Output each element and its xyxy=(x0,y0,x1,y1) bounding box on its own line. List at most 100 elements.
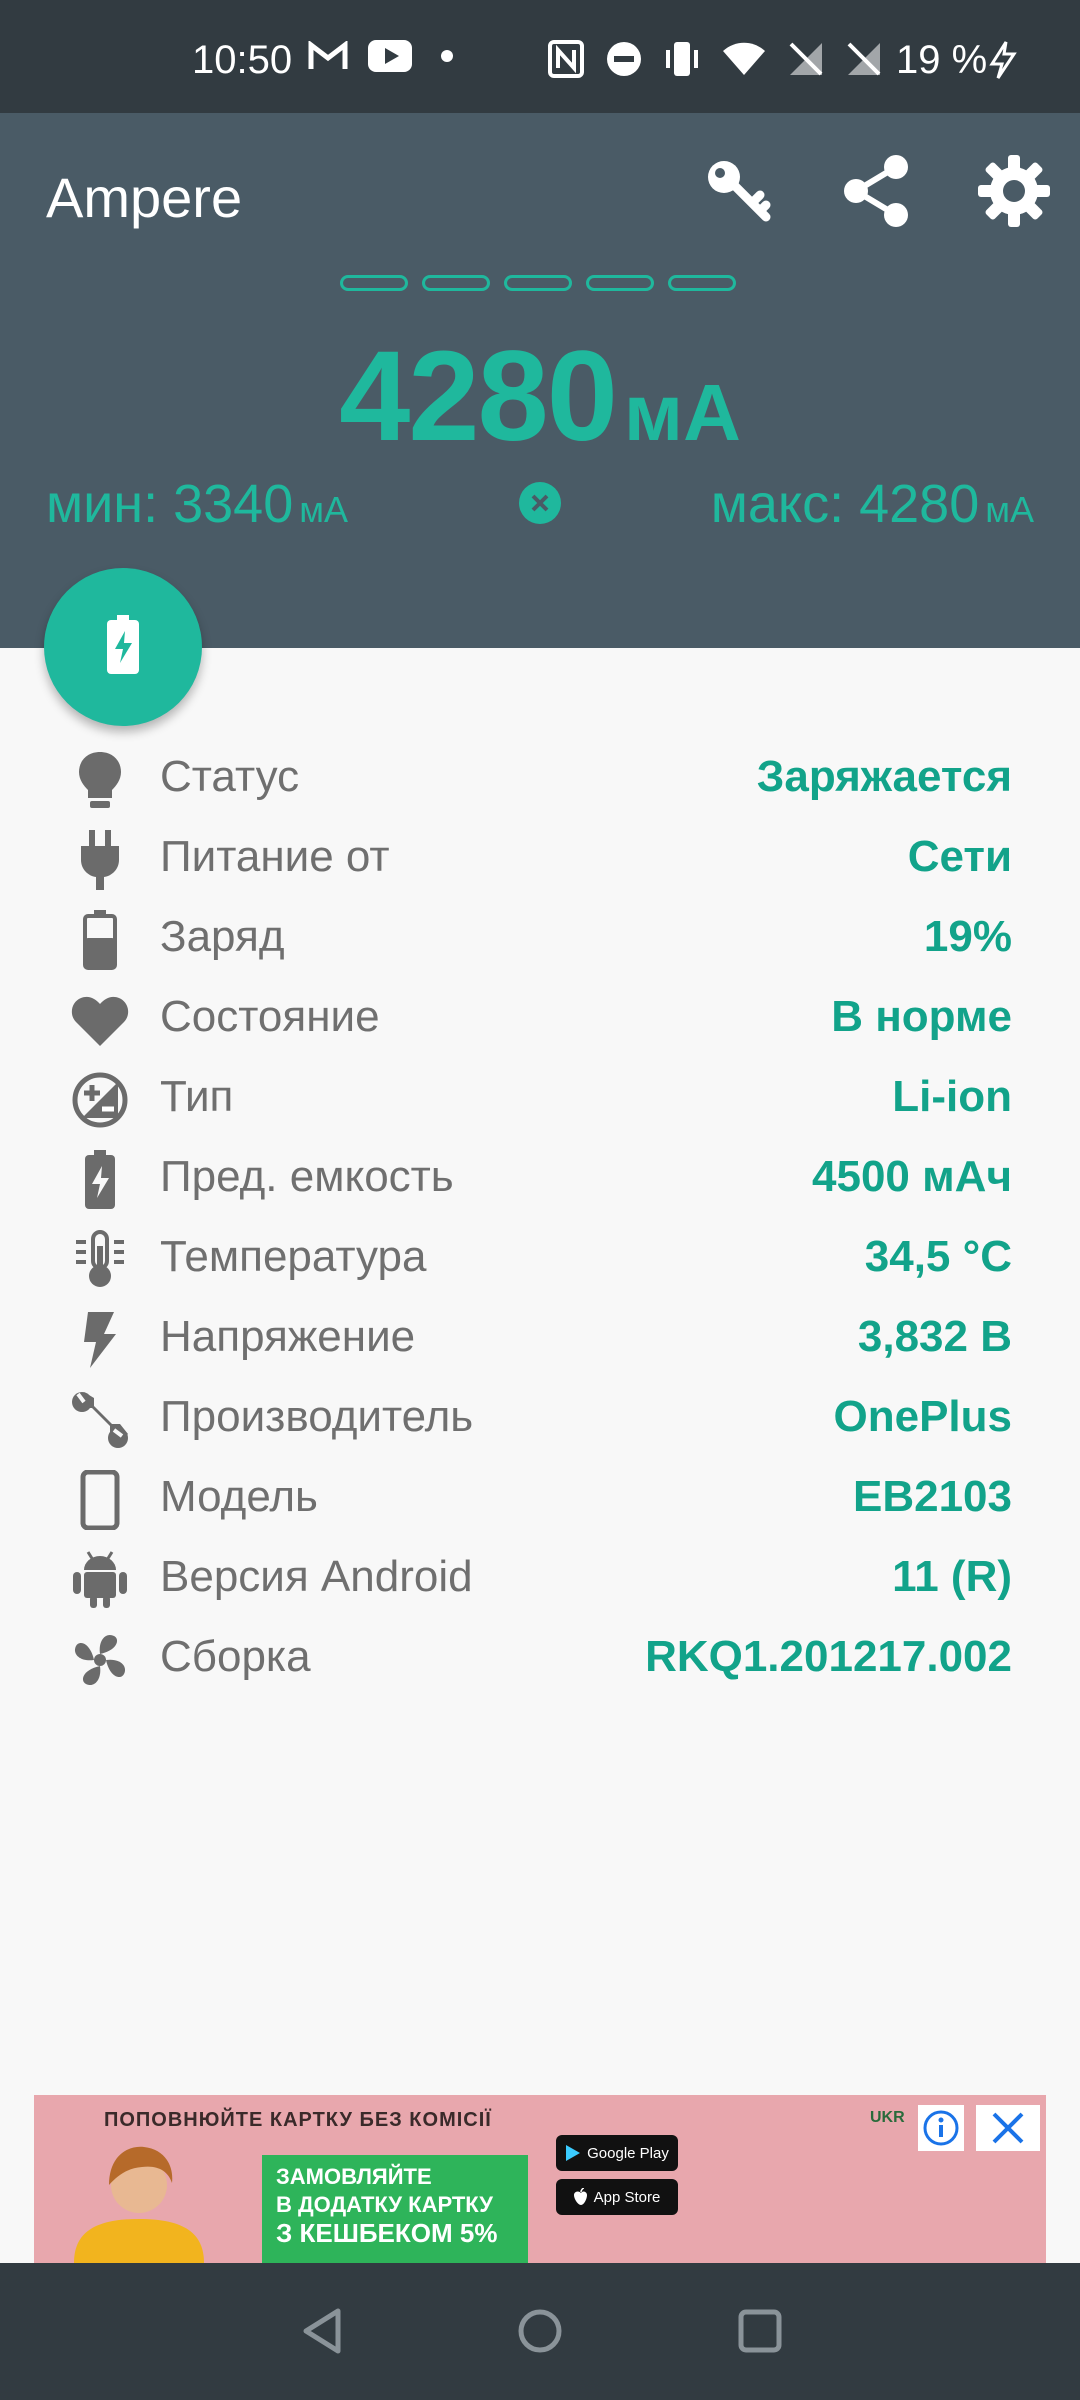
info-value: EB2103 xyxy=(852,1472,1012,1521)
min-reading: мин: 3340 мА xyxy=(46,473,348,535)
no-sim-icon xyxy=(788,41,824,82)
close-icon xyxy=(531,494,549,512)
battery-fab-button[interactable] xyxy=(44,568,202,726)
info-label: Питание от xyxy=(160,832,390,881)
status-time: 10:50 xyxy=(192,38,293,82)
gmail-icon xyxy=(308,39,348,76)
no-sim-icon xyxy=(846,41,882,82)
history-dash xyxy=(668,275,736,291)
settings-icon[interactable] xyxy=(976,153,1052,229)
thermometer-icon xyxy=(70,1230,130,1290)
info-label: Статус xyxy=(160,752,300,801)
info-row-manufacturer: Производитель OnePlus xyxy=(0,1378,1080,1458)
info-row-type: Тип Li-ion xyxy=(0,1058,1080,1138)
nav-back-button[interactable] xyxy=(294,2303,350,2359)
battery-charging-icon xyxy=(105,614,141,680)
info-label: Температура xyxy=(160,1232,427,1281)
history-dash xyxy=(586,275,654,291)
ad-promo-line: В ДОДАТКУ КАРТКУ xyxy=(276,2192,493,2217)
youtube-icon xyxy=(368,40,412,77)
ad-info-button[interactable] xyxy=(918,2105,964,2151)
info-value: RKQ1.201217.002 xyxy=(645,1632,1012,1681)
info-row-build: Сборка RKQ1.201217.002 xyxy=(0,1618,1080,1698)
info-value: Сети xyxy=(907,832,1012,881)
google-play-badge[interactable]: Google Play xyxy=(556,2135,678,2171)
history-dash xyxy=(340,275,408,291)
info-value: 19% xyxy=(923,912,1012,961)
ad-headline: ПОПОВНЮЙТЕ КАРТКУ БЕЗ КОМІСІЇ xyxy=(104,2109,492,2131)
info-label: Состояние xyxy=(160,992,380,1041)
min-value: мин: 3340 xyxy=(46,474,294,534)
app-store-label: App Store xyxy=(593,2188,661,2206)
charging-bolt-icon xyxy=(988,40,1018,85)
battery-bolt-icon xyxy=(70,1150,130,1210)
wrench-icon xyxy=(70,1390,130,1450)
app-store-badge[interactable]: App Store xyxy=(556,2179,678,2215)
battery-icon xyxy=(70,910,130,970)
nfc-icon xyxy=(548,40,584,83)
ad-promo-line: З КЕШБЕКОМ 5% xyxy=(276,2218,498,2248)
dnd-icon xyxy=(606,41,642,82)
info-label: Пред. емкость xyxy=(160,1152,454,1201)
wifi-icon xyxy=(722,41,766,82)
ad-banner[interactable]: ПОПОВНЮЙТЕ КАРТКУ БЕЗ КОМІСІЇ ЗАМОВЛЯЙТЕ… xyxy=(34,2095,1046,2263)
key-icon[interactable] xyxy=(700,153,776,229)
info-label: Тип xyxy=(160,1072,234,1121)
max-reading: макс: 4280 мА xyxy=(711,473,1034,535)
vibrate-icon xyxy=(664,40,700,83)
ad-promo-box: ЗАМОВЛЯЙТЕ В ДОДАТКУ КАРТКУ З КЕШБЕКОМ 5… xyxy=(262,2155,528,2263)
share-icon[interactable] xyxy=(838,153,914,229)
play-store-icon xyxy=(566,2145,581,2161)
info-row-android-version: Версия Android 11 (R) xyxy=(0,1538,1080,1618)
info-label: Заряд xyxy=(160,912,285,961)
current-history-indicator xyxy=(340,275,736,291)
app-header: Ampere 4280 мА мин: 3340 мА макс: 4280 мА xyxy=(0,113,1080,648)
apple-icon xyxy=(573,2188,587,2205)
reset-minmax-button[interactable] xyxy=(519,482,561,524)
info-value: OnePlus xyxy=(833,1392,1013,1441)
max-value: макс: 4280 xyxy=(710,474,980,534)
recents-icon xyxy=(738,2309,782,2353)
info-row-voltage: Напряжение 3,832 В xyxy=(0,1298,1080,1378)
info-label: Производитель xyxy=(160,1392,474,1441)
android-icon xyxy=(70,1550,130,1610)
plus-minus-icon xyxy=(70,1070,130,1130)
battery-percent: 19 % xyxy=(896,38,988,82)
app-title: Ampere xyxy=(46,166,243,229)
min-unit: мА xyxy=(299,489,349,530)
nav-recents-button[interactable] xyxy=(732,2303,788,2359)
nav-home-button[interactable] xyxy=(512,2303,568,2359)
dot-icon xyxy=(432,41,462,76)
info-value: 4500 мАч xyxy=(812,1152,1012,1201)
info-icon xyxy=(923,2110,959,2146)
history-dash xyxy=(504,275,572,291)
system-nav-bar xyxy=(0,2263,1080,2400)
info-row-health: Состояние В норме xyxy=(0,978,1080,1058)
info-row-power-source: Питание от Сети xyxy=(0,818,1080,898)
heart-icon xyxy=(70,990,130,1050)
info-value: 34,5 °C xyxy=(864,1232,1012,1281)
ad-logo: UKR xyxy=(870,2109,905,2126)
close-icon xyxy=(992,2112,1024,2144)
info-value: В норме xyxy=(831,992,1012,1041)
bolt-icon xyxy=(70,1310,130,1370)
info-label: Напряжение xyxy=(160,1312,416,1361)
status-bar: 10:50 19 % xyxy=(0,0,1080,113)
bulb-icon xyxy=(70,750,130,810)
info-row-capacity: Пред. емкость 4500 мАч xyxy=(0,1138,1080,1218)
info-value: 3,832 В xyxy=(857,1312,1012,1361)
ad-promo-line: ЗАМОВЛЯЙТЕ xyxy=(276,2164,432,2189)
info-value: 11 (R) xyxy=(892,1552,1012,1601)
info-label: Модель xyxy=(160,1472,318,1521)
ad-person-image xyxy=(64,2135,214,2263)
fan-icon xyxy=(70,1630,130,1690)
battery-info-list: Статус Заряжается Питание от Сети Заряд … xyxy=(0,738,1080,1698)
info-label: Сборка xyxy=(160,1632,311,1681)
current-value: 4280 xyxy=(339,325,618,468)
current-unit: мА xyxy=(623,368,741,457)
back-icon xyxy=(303,2308,341,2354)
phone-icon xyxy=(70,1470,130,1530)
info-row-status: Статус Заряжается xyxy=(0,738,1080,818)
ad-close-button[interactable] xyxy=(976,2105,1040,2151)
info-value: Заряжается xyxy=(756,752,1012,801)
